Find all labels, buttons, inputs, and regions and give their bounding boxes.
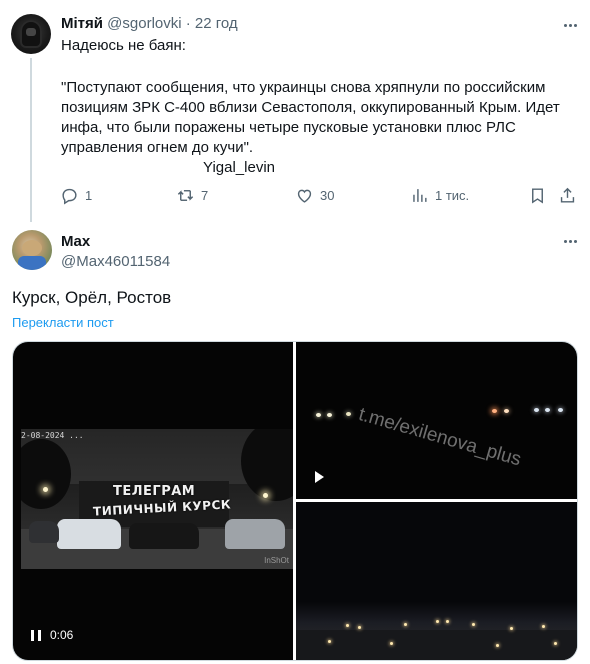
action-bar: 1 7 30 1 тис. <box>58 186 578 210</box>
like-button[interactable]: 30 <box>295 186 334 205</box>
video-controls[interactable]: 0:06 <box>31 628 73 642</box>
repost-icon <box>177 190 194 201</box>
views-button[interactable]: 1 тис. <box>410 186 469 205</box>
avatar[interactable] <box>11 14 51 54</box>
video-elapsed-time: 0:06 <box>50 628 74 642</box>
tweet-original[interactable]: Мітяй @sgorlovki · 22 год Надеюсь не бая… <box>0 0 590 222</box>
bookmark-button[interactable] <box>528 186 547 205</box>
more-icon[interactable] <box>559 14 581 36</box>
tree-shape <box>241 429 293 501</box>
share-icon <box>560 187 575 203</box>
car-shape <box>29 521 59 543</box>
author-handle[interactable]: @Max46011584 <box>61 252 170 272</box>
tweet-text-line: управления огнем до кучи". <box>61 139 254 156</box>
pause-icon[interactable] <box>31 629 41 641</box>
video-watermark: t.me/exilenova_plus <box>356 404 524 471</box>
street-lamp <box>43 487 48 492</box>
media-grid: ТЕЛЕГРАМ ТИПИЧНЫЙ КУРСК 2-08-2024 ... In… <box>12 341 578 661</box>
tweet-text-line: позициям ЗРК С-400 вблизи Севастополя, о… <box>61 99 560 116</box>
tweet-time[interactable]: 22 год <box>195 15 238 32</box>
share-button[interactable] <box>558 186 577 205</box>
car-shape <box>57 519 121 549</box>
avatar-head-shape <box>22 240 42 256</box>
author-name[interactable]: Max <box>61 232 90 252</box>
avatar-shirt-shape <box>18 256 46 270</box>
video-frame: ТЕЛЕГРАМ ТИПИЧНЫЙ КУРСК 2-08-2024 ... In… <box>21 429 293 569</box>
video-watermark: InShOt <box>264 556 289 565</box>
video-night-horizon[interactable]: t.me/exilenova_plus <box>296 342 577 499</box>
repost-button[interactable]: 7 <box>176 186 208 205</box>
horizon-light <box>346 412 351 416</box>
rooftops-shape <box>296 630 577 660</box>
tweet-text-line: инфа, что были поражены четыре пусковые … <box>61 119 516 136</box>
thread-line <box>30 58 32 222</box>
author-name[interactable]: Мітяй <box>61 15 103 32</box>
views-count: 1 тис. <box>435 188 470 203</box>
video-kursk[interactable]: ТЕЛЕГРАМ ТИПИЧНЫЙ КУРСК 2-08-2024 ... In… <box>13 342 293 660</box>
image-city-night[interactable] <box>296 502 577 660</box>
horizon-light <box>327 413 332 417</box>
car-shape <box>129 523 199 549</box>
horizon-light <box>492 409 497 413</box>
translate-post-link[interactable]: Перекласти пост <box>12 314 114 331</box>
horizon-light <box>504 409 509 413</box>
tweet-reply[interactable]: Max @Max46011584 Курск, Орёл, Ростов Пер… <box>0 222 590 664</box>
sign-line-1: ТЕЛЕГРАМ <box>113 484 196 499</box>
horizon-light <box>545 408 550 412</box>
reply-count: 1 <box>85 188 93 203</box>
avatar-face-shape <box>26 28 36 36</box>
avatar[interactable] <box>12 230 52 270</box>
tweet-text-line: Надеюсь не баян: <box>61 37 186 54</box>
street-lamp <box>263 493 268 498</box>
repost-count: 7 <box>201 188 209 203</box>
more-icon[interactable] <box>559 230 581 252</box>
views-icon <box>413 189 427 202</box>
play-icon[interactable] <box>315 471 324 483</box>
car-shape <box>225 519 285 549</box>
video-timestamp: 2-08-2024 ... <box>21 431 84 440</box>
like-icon <box>297 189 312 203</box>
tweet-text-signature: Yigal_levin <box>203 159 275 176</box>
like-count: 30 <box>320 188 335 203</box>
tweet-text-line: "Поступают сообщения, что украинцы снова… <box>61 79 546 96</box>
horizon-light <box>558 408 563 412</box>
horizon-light <box>316 413 321 417</box>
tweet-text: Курск, Орёл, Ростов <box>12 288 172 307</box>
reply-icon <box>62 188 77 205</box>
horizon-light <box>534 408 539 412</box>
tweet-header: Мітяй @sgorlovki · 22 год <box>61 14 238 34</box>
bookmark-icon <box>532 188 543 204</box>
separator-dot: · <box>185 15 191 32</box>
reply-button[interactable]: 1 <box>60 186 92 205</box>
author-handle[interactable]: @sgorlovki <box>107 15 181 32</box>
